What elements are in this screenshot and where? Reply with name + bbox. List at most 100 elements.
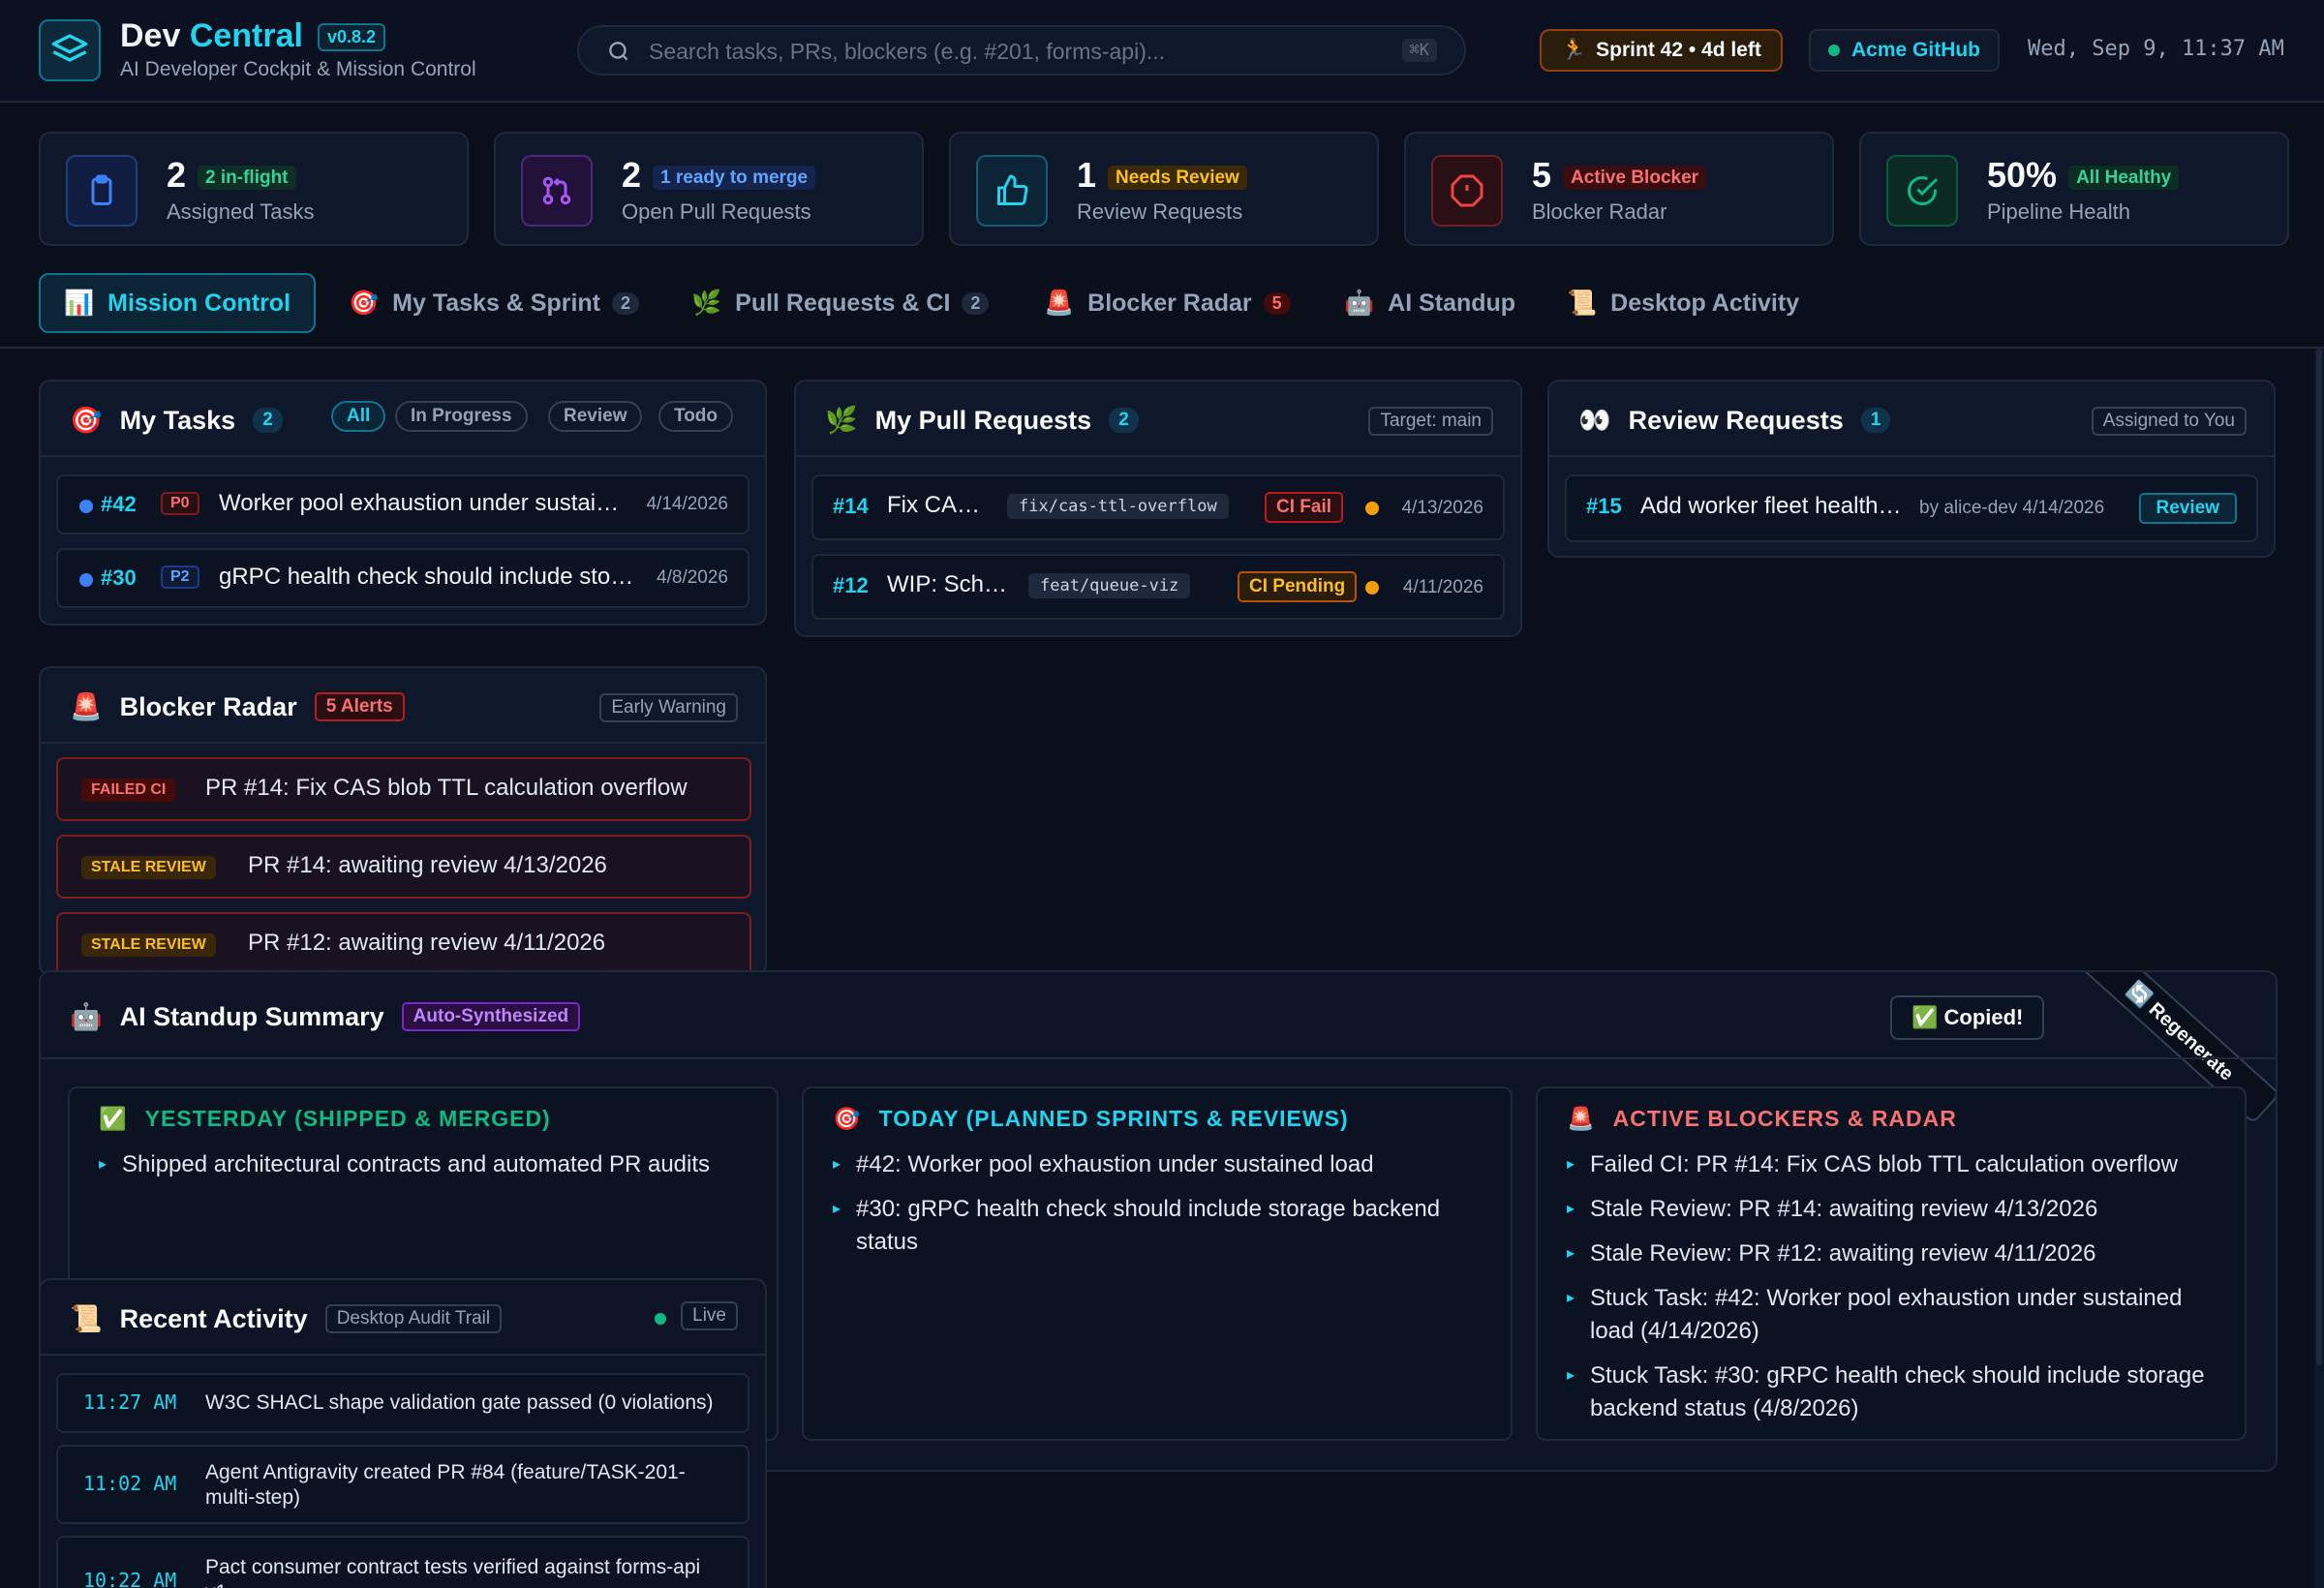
scrollbar[interactable] xyxy=(2314,349,2324,1588)
pr-id: #15 xyxy=(1586,494,1622,518)
pr-id: #12 xyxy=(833,573,869,597)
my-tasks-count: 2 xyxy=(253,408,283,433)
filter-in-progress[interactable]: In Progress xyxy=(395,401,528,432)
stat-value: 50% All Healthy xyxy=(1987,155,2180,196)
stat-value: 5 Active Blocker xyxy=(1532,155,1707,196)
activity-header: 📜 Recent Activity Desktop Audit Trail xyxy=(70,1303,503,1334)
siren-icon: 🚨 xyxy=(70,692,103,721)
tab-count: 2 xyxy=(612,291,640,315)
top-header: Dev Central v0.8.2 AI Developer Cockpit … xyxy=(0,0,2324,103)
runner-icon: 🏃 xyxy=(1561,39,1587,61)
activity-time: 11:02 AM xyxy=(83,1472,177,1495)
divider xyxy=(41,1354,765,1356)
stat-card[interactable]: 2 1 ready to merge Open Pull Requests xyxy=(494,132,924,246)
task-row[interactable]: #42 P0 Worker pool exhaustion under sust… xyxy=(56,474,749,534)
stat-number: 2 xyxy=(167,155,187,195)
clipboard-icon xyxy=(66,155,138,227)
tab-ai-standup[interactable]: 🤖 AI Standup xyxy=(1321,273,1539,333)
review-requests-title: Review Requests xyxy=(1628,405,1844,435)
task-date: 4/14/2026 xyxy=(646,494,728,514)
task-title: gRPC health check should include storage… xyxy=(219,564,635,590)
blocker-text: PR #14: awaiting review 4/13/2026 xyxy=(248,852,607,878)
stat-badge: All Healthy xyxy=(2068,166,2180,190)
standup-item: #30: gRPC health check should include st… xyxy=(833,1193,1482,1259)
branch-chip: feat/queue-viz xyxy=(1028,573,1191,598)
standup-item: Stuck Task: #30: gRPC health check shoul… xyxy=(1567,1359,2216,1425)
eyes-icon: 👀 xyxy=(1578,406,1611,435)
tab-count: 2 xyxy=(962,291,990,315)
tab-icon: 📜 xyxy=(1567,289,1598,317)
org-badge[interactable]: Acme GitHub xyxy=(1809,29,2001,72)
my-prs-title: My Pull Requests xyxy=(874,405,1092,435)
review-button[interactable]: Review xyxy=(2138,493,2237,524)
tab-mission-control[interactable]: 📊 Mission Control xyxy=(39,273,317,333)
copied-button[interactable]: ✅ Copied! xyxy=(1890,995,2045,1040)
activity-item: 11:27 AM W3C SHACL shape validation gate… xyxy=(56,1373,749,1433)
sprint-label: Sprint 42 • 4d left xyxy=(1596,39,1761,61)
recent-activity-panel: 📜 Recent Activity Desktop Audit Trail Live… xyxy=(39,1278,767,1588)
alert-octagon-icon xyxy=(1431,155,1503,227)
stat-badge: 1 ready to merge xyxy=(653,166,816,190)
version-badge: v0.8.2 xyxy=(318,23,386,51)
search-input[interactable]: Search tasks, PRs, blockers (e.g. #201, … xyxy=(577,25,1466,76)
pr-row[interactable]: #12 WIP: Scheduler queue visualization f… xyxy=(811,554,1505,620)
stat-card[interactable]: 2 2 in-flight Assigned Tasks xyxy=(39,132,469,246)
my-prs-header: 🌿 My Pull Requests 2 xyxy=(825,405,1139,436)
filter-todo[interactable]: Todo xyxy=(658,401,734,432)
standup-item: Stale Review: PR #12: awaiting review 4/… xyxy=(1567,1237,2216,1270)
tab-pull-requests-ci[interactable]: 🌿 Pull Requests & CI 2 xyxy=(668,273,1012,333)
divider xyxy=(41,742,765,744)
tab-desktop-activity[interactable]: 📜 Desktop Activity xyxy=(1544,273,1822,333)
filter-all[interactable]: All xyxy=(331,401,386,432)
status-dot xyxy=(79,573,93,587)
divider xyxy=(41,455,765,457)
pr-row[interactable]: #14 Fix CAS blob TTL calculation overflo… xyxy=(811,474,1505,540)
activity-time: 11:27 AM xyxy=(83,1390,177,1414)
my-tasks-title: My Tasks xyxy=(119,405,236,435)
stat-number: 2 xyxy=(622,155,642,195)
divider xyxy=(41,1057,2276,1059)
blocker-item[interactable]: STALE REVIEW PR #12: awaiting review 4/1… xyxy=(56,912,751,970)
task-id: #30 xyxy=(101,565,137,590)
search-icon xyxy=(606,39,631,70)
tab-bar: 📊 Mission Control 🎯 My Tasks & Sprint 2 🌿 Pull… xyxy=(0,260,2324,349)
activity-item: 10:22 AM Pact consumer contract tests ve… xyxy=(56,1536,749,1588)
scroll-icon: 📜 xyxy=(70,1304,103,1333)
sprint-badge[interactable]: 🏃 Sprint 42 • 4d left xyxy=(1540,29,1783,72)
task-row[interactable]: #30 P2 gRPC health check should include … xyxy=(56,548,749,608)
tab-icon: 🌿 xyxy=(691,289,722,317)
standup-item: #42: Worker pool exhaustion under sustai… xyxy=(833,1148,1482,1181)
activity-time: 10:22 AM xyxy=(83,1569,177,1588)
task-date: 4/8/2026 xyxy=(657,567,728,588)
stat-value: 1 Needs Review xyxy=(1077,155,1247,196)
herb-icon: 🌿 xyxy=(825,406,858,435)
my-pull-requests-panel: 🌿 My Pull Requests 2 Target: main #14 Fix … xyxy=(794,380,1522,637)
tab-my-tasks-sprint[interactable]: 🎯 My Tasks & Sprint 2 xyxy=(325,273,662,333)
pr-title: Add worker fleet health dashboard xyxy=(1640,493,1902,519)
stat-card[interactable]: 5 Active Blocker Blocker Radar xyxy=(1404,132,1834,246)
robot-icon: 🤖 xyxy=(70,1002,103,1031)
standup-item: Shipped architectural contracts and auto… xyxy=(99,1148,748,1181)
tab-label: Pull Requests & CI xyxy=(735,289,951,317)
scrollbar-thumb[interactable] xyxy=(2316,349,2322,1365)
assigned-tag: Assigned to You xyxy=(2091,407,2247,436)
stat-badge: Needs Review xyxy=(1108,166,1247,190)
tab-blocker-radar[interactable]: 🚨 Blocker Radar 5 xyxy=(1021,273,1314,333)
search-shortcut: ⌘K xyxy=(1401,39,1437,62)
tab-label: AI Standup xyxy=(1388,289,1516,317)
layers-logo-icon[interactable] xyxy=(39,19,101,81)
app-title-part1: Dev xyxy=(120,17,190,54)
standup-item: Stuck Task: #42: Worker pool exhaustion … xyxy=(1567,1282,2216,1348)
standup-column-title: 🎯 TODAY (PLANNED SPRINTS & REVIEWS) xyxy=(833,1106,1349,1132)
blocker-item[interactable]: STALE REVIEW PR #14: awaiting review 4/1… xyxy=(56,835,751,899)
app-subtitle: AI Developer Cockpit & Mission Control xyxy=(120,58,476,80)
priority-badge: P0 xyxy=(161,492,199,515)
stat-card[interactable]: 1 Needs Review Review Requests xyxy=(949,132,1379,246)
filter-review[interactable]: Review xyxy=(548,401,643,432)
stat-badge: Active Blocker xyxy=(1563,166,1707,190)
review-request-row[interactable]: #15 Add worker fleet health dashboard by… xyxy=(1565,474,2258,542)
blocker-item[interactable]: FAILED CI PR #14: Fix CAS blob TTL calcu… xyxy=(56,757,751,821)
datetime: Wed, Sep 9, 11:37 AM xyxy=(2028,37,2284,61)
stat-card[interactable]: 50% All Healthy Pipeline Health xyxy=(1859,132,2289,246)
standup-column-title: ✅ YESTERDAY (SHIPPED & MERGED) xyxy=(99,1106,551,1132)
